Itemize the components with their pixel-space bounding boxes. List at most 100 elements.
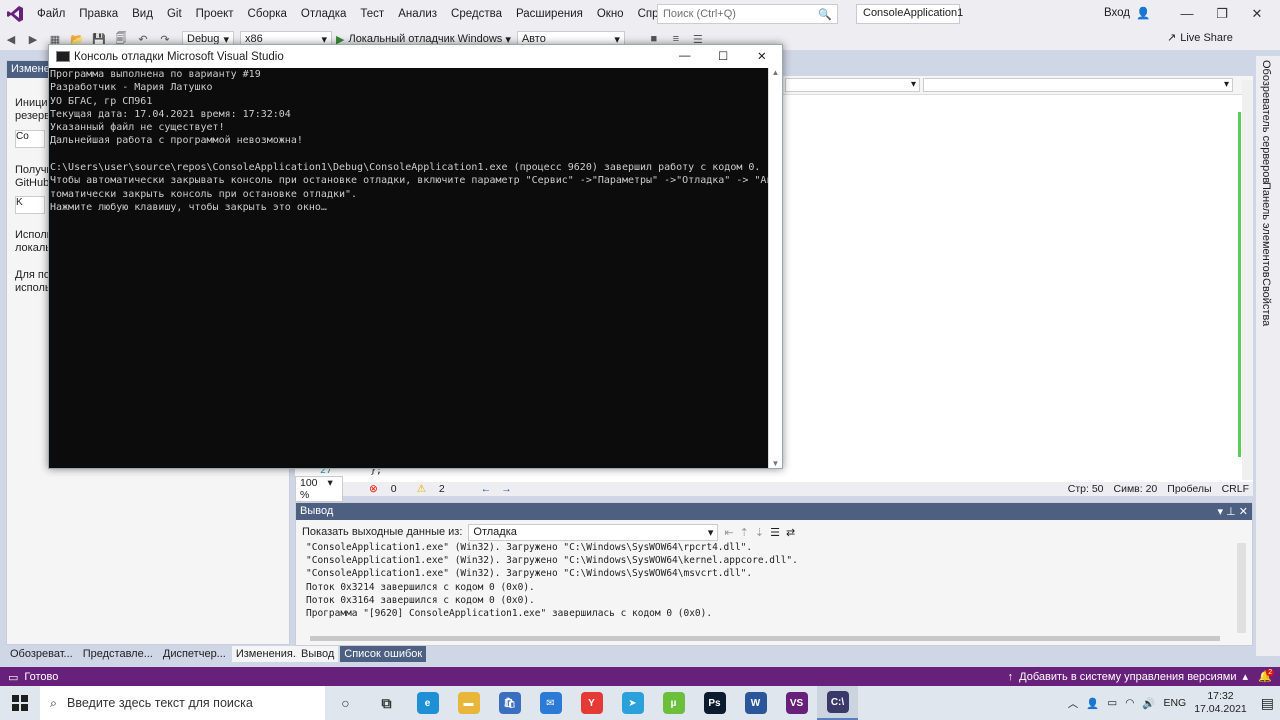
- next-message-icon[interactable]: ⇣: [755, 526, 764, 539]
- eol-indicator[interactable]: CRLF: [1222, 483, 1249, 495]
- taskbar-app-store[interactable]: 🛍: [489, 686, 530, 720]
- word-wrap-icon[interactable]: ⇄: [786, 526, 795, 539]
- clear-all-icon[interactable]: ☰: [770, 526, 780, 539]
- console-line: УО БГАС, гр СП961: [50, 95, 153, 107]
- output-text[interactable]: "ConsoleApplication1.exe" (Win32). Загру…: [306, 541, 798, 620]
- menu-item[interactable]: Отладка: [294, 0, 353, 28]
- menu-item[interactable]: Вид: [125, 0, 160, 28]
- menu-item[interactable]: Тест: [353, 0, 391, 28]
- console-vertical-scrollbar[interactable]: ▲ ▼: [768, 68, 782, 468]
- menu-item[interactable]: Файл: [30, 0, 72, 28]
- taskbar-app-explorer[interactable]: ▬: [448, 686, 489, 720]
- menu-item[interactable]: Сборка: [241, 0, 294, 28]
- search-input[interactable]: Поиск (Ctrl+Q) 🔍: [657, 4, 838, 24]
- tab-output[interactable]: Вывод: [297, 646, 339, 662]
- tab-solution-explorer[interactable]: Обозреват...: [6, 646, 77, 662]
- output-line: "ConsoleApplication1.exe" (Win32). Загру…: [306, 568, 753, 580]
- console-output[interactable]: Программа выполнена по варианту #19 Разра…: [49, 68, 769, 468]
- volume-icon[interactable]: 🔊: [1142, 697, 1155, 710]
- clock[interactable]: 17:32 17.04.2021: [1194, 690, 1247, 716]
- minimize-icon[interactable]: —: [1175, 6, 1199, 21]
- prev-message-icon[interactable]: ⇡: [740, 526, 749, 539]
- taskbar-app-utorrent[interactable]: µ: [653, 686, 694, 720]
- chevron-down-icon[interactable]: ▾: [1218, 506, 1224, 518]
- output-source-select[interactable]: Отладка ▾: [468, 523, 719, 541]
- scroll-up-icon[interactable]: ▲: [769, 68, 782, 77]
- member-select[interactable]: ▾: [923, 78, 1233, 92]
- taskbar-app-telegram[interactable]: ➤: [612, 686, 653, 720]
- source-control-button[interactable]: Добавить в систему управления версиями: [1019, 671, 1236, 683]
- editor-vertical-scrollbar[interactable]: [1242, 80, 1253, 480]
- signin-button[interactable]: Вход 👤: [1104, 6, 1150, 20]
- wifi-icon[interactable]: ◠: [1125, 697, 1134, 709]
- output-title-bar: Вывод ▾ ⊥ ✕: [296, 503, 1252, 520]
- panel-text: локаль: [15, 242, 51, 254]
- forward-icon[interactable]: ▶: [24, 31, 42, 47]
- tab-server-explorer[interactable]: Обозреватель серверов: [1260, 60, 1272, 183]
- word-icon: W: [744, 692, 767, 714]
- tab-properties[interactable]: Свойства: [1260, 278, 1272, 326]
- menu-item[interactable]: Проект: [189, 0, 241, 28]
- minimize-icon[interactable]: —: [679, 50, 691, 62]
- taskbar-apps: ○ ⧉ e ▬ 🛍 ✉ Y ➤ µ Ps W VS C:\: [325, 686, 858, 720]
- person-icon[interactable]: 👤: [1086, 697, 1099, 710]
- zoom-select[interactable]: 100 % ▾: [295, 476, 343, 502]
- pin-icon[interactable]: ⊥: [1226, 506, 1236, 518]
- taskbar-app-visualstudio[interactable]: VS: [776, 686, 817, 720]
- close-icon[interactable]: ✕: [1239, 506, 1248, 518]
- tab-property-manager[interactable]: Диспетчер...: [158, 646, 230, 662]
- warnings-indicator[interactable]: ⚠ 2: [417, 483, 455, 495]
- scope-select[interactable]: ▾: [785, 78, 920, 92]
- taskbar-app-yandex[interactable]: Y: [571, 686, 612, 720]
- system-tray: ︿ 👤 ▭ ◠ 🔊 ENG 17:32 17.04.2021 ▤: [1068, 686, 1280, 720]
- taskbar-app-edge[interactable]: e: [407, 686, 448, 720]
- taskbar-app-mail[interactable]: ✉: [530, 686, 571, 720]
- menu-item[interactable]: Анализ: [391, 0, 444, 28]
- panel-controls: ▾ ⊥ ✕: [1218, 505, 1248, 518]
- visual-studio-logo-icon[interactable]: [0, 0, 30, 28]
- start-button[interactable]: [0, 686, 40, 720]
- output-line: "ConsoleApplication1.exe" (Win32). Загру…: [306, 555, 798, 567]
- taskbar-app-taskview[interactable]: ⧉: [366, 686, 407, 720]
- maximize-icon[interactable]: ☐: [718, 49, 728, 63]
- output-horizontal-scrollbar[interactable]: [310, 636, 1220, 641]
- nav-back-icon[interactable]: ←: [481, 483, 492, 495]
- close-icon[interactable]: ✕: [757, 49, 767, 63]
- notifications-button[interactable]: 🔔 2: [1258, 669, 1275, 683]
- restore-icon[interactable]: ❐: [1210, 6, 1234, 22]
- battery-icon[interactable]: ▭: [1107, 697, 1117, 709]
- menu-bar: Файл Правка Вид Git Проект Сборка Отладка Тест А…: [0, 0, 1280, 28]
- console-title-bar[interactable]: Консоль отладки Microsoft Visual Studio …: [49, 45, 782, 68]
- taskbar-app-console[interactable]: C:\: [817, 686, 858, 720]
- spaces-indicator[interactable]: Пробелы: [1167, 483, 1211, 495]
- taskbar-app-cortana[interactable]: ○: [325, 686, 366, 720]
- find-icon[interactable]: ⇤: [724, 526, 733, 539]
- action-center-icon[interactable]: ▤: [1261, 695, 1274, 712]
- close-icon[interactable]: ✕: [1245, 6, 1269, 22]
- menu-item[interactable]: Git: [160, 0, 189, 28]
- chevron-up-icon[interactable]: ︿: [1068, 696, 1079, 711]
- menu-item[interactable]: Расширения: [509, 0, 590, 28]
- back-icon[interactable]: ◀: [2, 31, 20, 47]
- language-indicator[interactable]: ENG: [1163, 697, 1186, 709]
- debug-console-window[interactable]: Консоль отладки Microsoft Visual Studio …: [48, 44, 783, 469]
- panel-text: исполь: [15, 282, 51, 294]
- search-icon: ⌕: [50, 695, 58, 710]
- nav-forward-icon[interactable]: →: [501, 483, 512, 495]
- tab-git-changes[interactable]: Изменения...: [231, 646, 307, 662]
- taskbar-search[interactable]: ⌕ Введите здесь текст для поиска: [40, 686, 325, 720]
- menu-item[interactable]: Средства: [444, 0, 509, 28]
- output-vertical-scrollbar[interactable]: [1237, 543, 1246, 633]
- scroll-down-icon[interactable]: ▼: [769, 459, 782, 468]
- menu-item[interactable]: Окно: [590, 0, 631, 28]
- errors-indicator[interactable]: ⊗ 0: [369, 483, 407, 495]
- tab-error-list[interactable]: Список ошибок: [340, 646, 427, 662]
- menu-item[interactable]: Правка: [72, 0, 125, 28]
- tab-toolbox[interactable]: Панель элементов: [1260, 182, 1272, 278]
- clone-button[interactable]: K: [15, 196, 45, 214]
- taskbar-app-photoshop[interactable]: Ps: [694, 686, 735, 720]
- tab-class-view[interactable]: Представле...: [78, 646, 157, 662]
- live-share-button[interactable]: ↗ Live Share: [1167, 31, 1233, 45]
- create-repo-button[interactable]: Co: [15, 130, 45, 148]
- taskbar-app-word[interactable]: W: [735, 686, 776, 720]
